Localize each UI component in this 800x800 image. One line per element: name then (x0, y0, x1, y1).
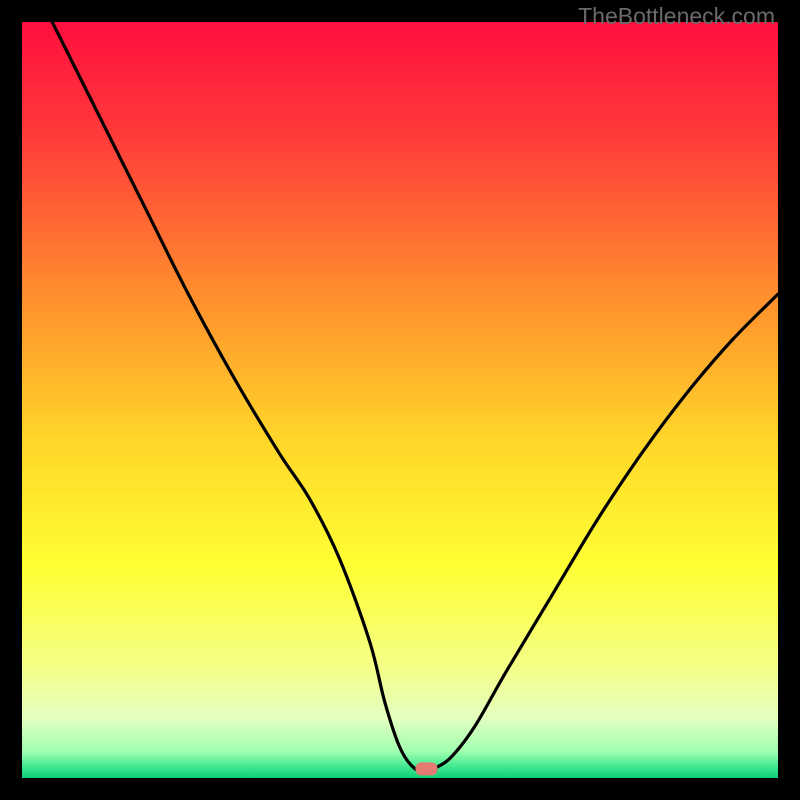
optimum-marker (415, 762, 437, 775)
watermark-text: TheBottleneck.com (578, 3, 775, 30)
chart-container: TheBottleneck.com (0, 0, 800, 800)
plot-area (22, 22, 778, 778)
gradient-background (22, 22, 778, 778)
bottleneck-chart (22, 22, 778, 778)
